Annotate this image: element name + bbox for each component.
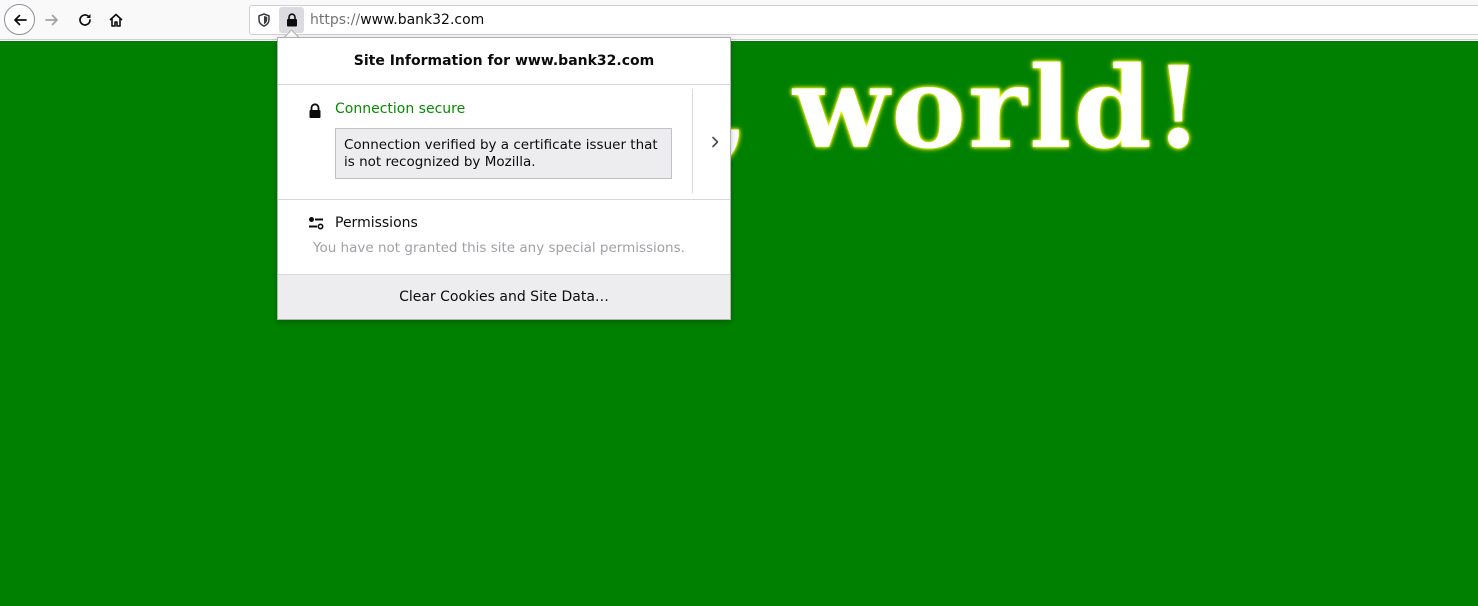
permissions-icon	[309, 217, 324, 230]
home-button[interactable]	[101, 5, 131, 35]
section-divider	[692, 89, 693, 193]
site-information-panel: Site Information for www.bank32.com Conn…	[277, 37, 731, 320]
browser-toolbar: https://www.bank32.com	[0, 0, 1478, 40]
security-details-button[interactable]	[698, 85, 731, 199]
url-host: www.bank32.com	[360, 12, 485, 28]
reload-icon	[79, 14, 91, 26]
tracking-protection-shield-icon	[258, 13, 270, 27]
tracking-protection-button[interactable]	[252, 8, 276, 32]
home-icon	[109, 13, 123, 27]
arrow-left-icon	[13, 14, 27, 25]
connection-security-section[interactable]: Connection secure Connection verified by…	[278, 85, 730, 200]
url-text[interactable]: https://www.bank32.com	[310, 12, 484, 28]
url-bar[interactable]: https://www.bank32.com	[249, 5, 1478, 35]
reload-button[interactable]	[70, 5, 100, 35]
chevron-right-icon	[711, 136, 718, 148]
lock-icon	[286, 13, 297, 27]
clear-cookies-button[interactable]: Clear Cookies and Site Data…	[278, 275, 730, 319]
connection-detail: Connection verified by a certificate iss…	[335, 128, 672, 179]
back-button[interactable]	[4, 4, 35, 35]
permissions-section: Permissions You have not granted this si…	[278, 200, 730, 275]
lock-icon	[309, 103, 321, 118]
page-content: Hello, world!	[0, 41, 1478, 606]
connection-status: Connection secure	[335, 101, 466, 117]
forward-button[interactable]	[37, 5, 67, 35]
permissions-title: Permissions	[335, 215, 418, 231]
url-scheme: https://	[310, 12, 361, 28]
arrow-right-icon	[45, 14, 58, 26]
panel-title: Site Information for www.bank32.com	[278, 38, 730, 85]
permissions-description: You have not granted this site any speci…	[313, 240, 685, 256]
